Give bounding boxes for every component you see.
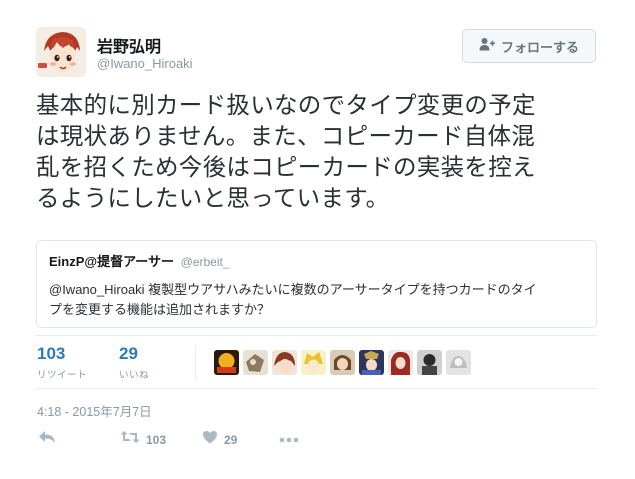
stats-divider <box>195 346 196 380</box>
retweet-icon <box>120 430 140 449</box>
liker-avatar[interactable] <box>388 350 413 375</box>
author-avatar[interactable] <box>36 27 86 77</box>
author-display-name[interactable]: 岩野弘明 <box>97 33 161 57</box>
tweet-text-line: 基本的に別カード扱いなのでタイプ変更の予定 <box>36 92 536 118</box>
tweet-text: 基本的に別カード扱いなのでタイプ変更の予定 は現状ありません。また、コピーカード… <box>36 90 606 214</box>
liker-avatar[interactable] <box>301 350 326 375</box>
liker-avatar[interactable] <box>214 350 239 375</box>
retweet-button[interactable]: 103 <box>120 430 166 449</box>
quoted-tweet-author-handle: @erbeit_ <box>180 255 230 269</box>
tweet-text-line: 乱を招くため今後はコピーカードの実装を控え <box>36 154 536 180</box>
follow-button-label: フォローする <box>500 39 579 55</box>
liker-avatar[interactable] <box>446 350 471 375</box>
quoted-tweet-text-line: @Iwano_Hiroaki 複製型ウアサハみたいに複数のアーサータイプを持つカ… <box>49 282 537 297</box>
like-action-count: 29 <box>224 432 238 447</box>
retweet-stat-label: リツイート <box>37 370 88 381</box>
heart-icon <box>202 430 218 449</box>
like-stat-count: 29 <box>119 344 138 363</box>
quoted-tweet-header: EinzP@提督アーサー @erbeit_ <box>49 253 584 271</box>
like-button[interactable]: 29 <box>202 430 237 449</box>
liker-avatar[interactable] <box>272 350 297 375</box>
more-icon <box>279 430 299 448</box>
tweet-text-line: は現状ありません。また、コピーカード自体混 <box>36 123 536 149</box>
like-stat-label: いいね <box>119 370 150 381</box>
reply-icon <box>38 430 56 449</box>
retweet-stat-count: 103 <box>37 344 66 363</box>
liker-avatars <box>214 350 471 375</box>
quoted-tweet-text-line: プを変更する機能は追加されますか？ <box>49 302 271 317</box>
tweet-text-line: るようにしたいと思っています。 <box>36 185 390 211</box>
liker-avatar[interactable] <box>330 350 355 375</box>
retweet-stat[interactable]: 103 リツイート <box>37 344 87 381</box>
stats-top-divider <box>36 335 597 336</box>
quoted-tweet-text: @Iwano_Hiroaki 複製型ウアサハみたいに複数のアーサータイプを持つカ… <box>49 280 584 320</box>
reply-button[interactable] <box>38 430 56 449</box>
quoted-tweet-author-name: EinzP@提督アーサー <box>49 254 175 269</box>
quoted-tweet[interactable]: EinzP@提督アーサー @erbeit_ @Iwano_Hiroaki 複製型… <box>36 240 597 328</box>
more-button[interactable] <box>279 430 299 448</box>
author-handle[interactable]: @Iwano_Hiroaki <box>97 56 193 71</box>
liker-avatar[interactable] <box>243 350 268 375</box>
liker-avatar[interactable] <box>359 350 384 375</box>
tweet-timestamp[interactable]: 4:18 - 2015年7月7日 <box>37 401 152 420</box>
retweet-action-count: 103 <box>146 432 167 447</box>
follow-person-icon <box>479 37 495 56</box>
follow-button[interactable]: フォローする <box>462 29 596 63</box>
stats-bottom-divider <box>36 388 597 389</box>
liker-avatar[interactable] <box>417 350 442 375</box>
like-stat[interactable]: 29 いいね <box>119 344 149 381</box>
